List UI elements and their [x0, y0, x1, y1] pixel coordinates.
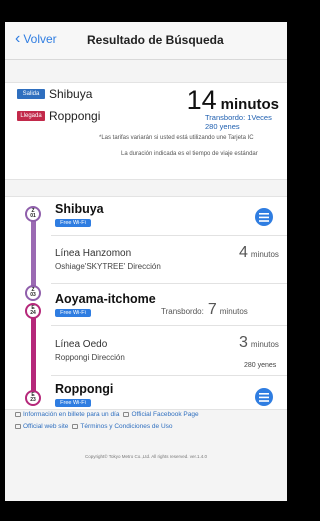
station-info-button[interactable] [255, 388, 273, 406]
link-terms[interactable]: Términos y Condiciones de Uso [80, 423, 172, 430]
page-title: Resultado de Búsqueda [87, 33, 224, 47]
segment-minutes-unit: minutos [250, 250, 279, 259]
copyright: Copyright© Tokyo Metro Co.,Ltd. All righ… [84, 454, 208, 459]
station-name: Aoyama-itchome [55, 292, 156, 306]
back-label: Volver [23, 32, 57, 46]
web-icon [15, 424, 21, 429]
oedo-line-bar [31, 315, 36, 401]
footer-links-row: Official web site Términos y Condiciones… [15, 423, 173, 430]
total-fare: 280 yenes [205, 122, 240, 131]
total-time: 14 minutos [187, 85, 279, 116]
wifi-badge: Free Wi-Fi [55, 219, 91, 227]
footer-links-row: Información en billete para un día Offic… [15, 411, 199, 418]
note-fares: *Las tarifas variarán si usted está util… [99, 135, 254, 141]
screen: ‹ Volver Resultado de Búsqueda Salida Sh… [5, 22, 287, 501]
transfer-minutes-unit: minutos [219, 307, 248, 316]
ticket-icon [15, 412, 21, 417]
station-number-icon: Z 01 [25, 206, 41, 222]
back-button[interactable]: ‹ Volver [15, 30, 57, 47]
departure-tag: Salida [17, 89, 45, 99]
nav-bar: ‹ Volver Resultado de Búsqueda [5, 22, 287, 60]
phone-frame: ‹ Volver Resultado de Búsqueda Salida Sh… [5, 0, 287, 521]
segment-minutes: 4 [239, 244, 248, 261]
divider [51, 325, 287, 326]
segment-duration: 3 minutos [239, 334, 279, 352]
transfer-time: Transbordo: 7 minutos [161, 301, 248, 319]
divider [51, 235, 287, 236]
list-icon [259, 212, 269, 222]
station-name: Roppongi [55, 382, 114, 396]
arrival-tag: Llegada [17, 111, 45, 121]
transfer-info: Transbordo: 1Veces 280 yenes [205, 113, 272, 131]
transfer-count: Transbordo: 1Veces [205, 113, 272, 122]
link-official-web[interactable]: Official web site [23, 423, 68, 430]
segment-direction: Oshiage'SKYTREE' Dirección [55, 262, 161, 271]
segment-fare: 280 yenes [244, 362, 277, 369]
divider [51, 375, 287, 376]
facebook-icon [123, 412, 130, 417]
segment-duration: 4 minutos [239, 244, 279, 262]
segment-line-name: Línea Oedo [55, 339, 108, 350]
departure-row: Salida Shibuya [17, 87, 92, 101]
station-name: Shibuya [55, 202, 104, 216]
divider [51, 283, 287, 284]
departure-station: Shibuya [49, 87, 93, 101]
list-icon [259, 392, 269, 402]
segment-direction: Roppongi Dirección [55, 353, 125, 362]
link-facebook[interactable]: Official Facebook Page [131, 411, 198, 418]
segment-minutes-unit: minutos [250, 340, 279, 349]
station-number-icon: Z 03 [25, 285, 41, 301]
link-one-day-ticket[interactable]: Información en billete para un día [23, 411, 119, 418]
segment-minutes: 3 [239, 334, 248, 351]
document-icon [72, 424, 79, 429]
wifi-badge: Free Wi-Fi [55, 399, 91, 407]
arrival-station: Roppongi [49, 109, 101, 123]
transfer-label: Transbordo: [161, 307, 204, 316]
station-number-icon: E 23 [25, 390, 41, 406]
transfer-minutes: 7 [207, 301, 217, 318]
route-summary: Salida Shibuya Llegada Roppongi 14 minut… [5, 82, 287, 180]
chevron-left-icon: ‹ [15, 30, 21, 47]
route-detail: Z 01 Shibuya Free Wi-Fi Línea Hanzomon Os… [5, 196, 287, 410]
wifi-badge: Free Wi-Fi [55, 309, 91, 317]
total-minutes: 14 [186, 85, 217, 115]
note-duration: La duración indicada es el tiempo de via… [121, 151, 258, 157]
station-number-icon: E 24 [25, 303, 41, 319]
arrival-row: Llegada Roppongi [17, 109, 100, 123]
segment-line-name: Línea Hanzomon [55, 248, 132, 259]
total-minutes-unit: minutos [220, 96, 279, 113]
station-info-button[interactable] [255, 208, 273, 226]
